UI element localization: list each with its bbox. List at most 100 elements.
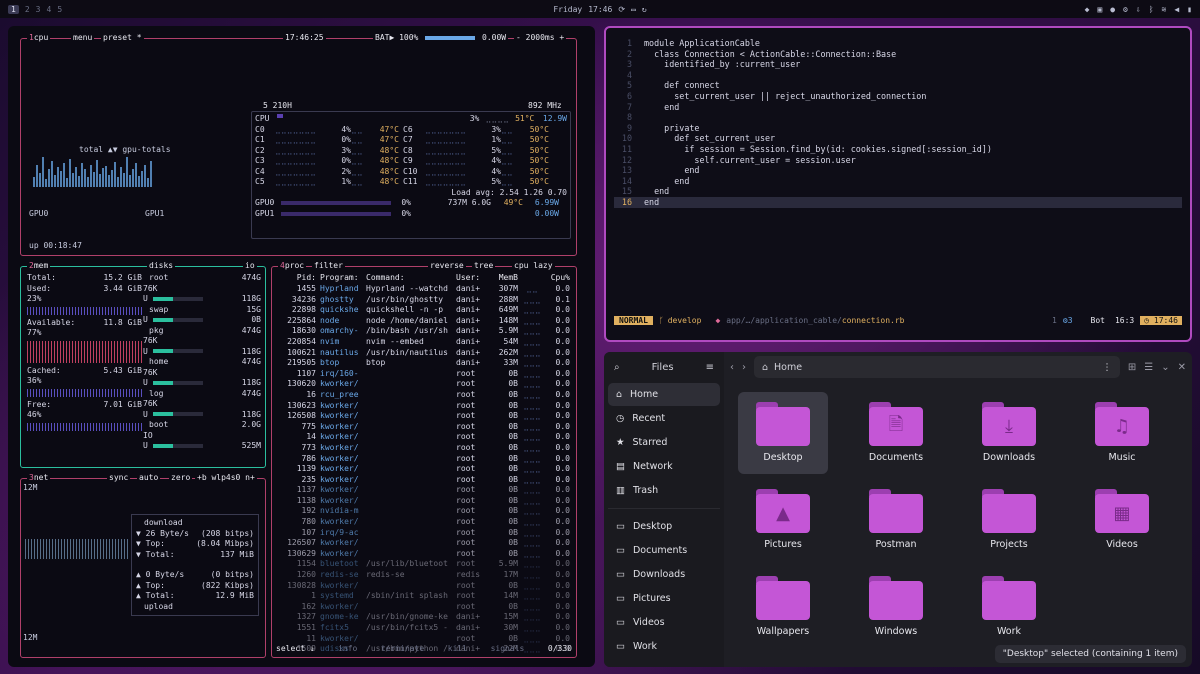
- path-menu-icon[interactable]: ⋮: [1102, 362, 1112, 373]
- cpu-title[interactable]: 1cpu: [27, 33, 51, 42]
- process-row[interactable]: 22898 quickshe quickshell -n -p dani+ 649M ⣀⣀…: [276, 305, 572, 316]
- process-row[interactable]: 220854 nvim nvim --embed dani+ 54M ⣀⣀⣀ 0.0: [276, 337, 572, 348]
- code-line[interactable]: 7 end: [614, 102, 1182, 113]
- close-icon[interactable]: ✕: [1178, 362, 1186, 373]
- process-row[interactable]: 130623 kworker/root 0B ⣀⣀⣀ 0.0: [276, 401, 572, 412]
- process-row[interactable]: 126508 kworker/root 0B ⣀⣀⣀ 0.0: [276, 411, 572, 422]
- folder-tile[interactable]: Postman: [851, 479, 941, 561]
- folder-tile[interactable]: ♫ Music: [1077, 392, 1167, 474]
- folder-tile[interactable]: ▲ Pictures: [738, 479, 828, 561]
- code-line[interactable]: 16 end: [614, 196, 1182, 208]
- code-line[interactable]: 8: [614, 112, 1182, 123]
- process-row[interactable]: 34236 ghostty/usr/bin/ghostty dani+ 288M ⣀⣀⣀…: [276, 295, 572, 306]
- process-row[interactable]: 780 kworker/root 0B ⣀⣀⣀ 0.0: [276, 517, 572, 528]
- process-row[interactable]: 1138 kworker/root 0B ⣀⣀⣀ 0.0: [276, 496, 572, 507]
- net-auto-button[interactable]: auto: [137, 473, 161, 482]
- mem-title[interactable]: 2mem: [27, 261, 51, 270]
- col-mem[interactable]: MemB: [488, 273, 518, 282]
- proc-reverse-button[interactable]: reverse: [428, 261, 466, 270]
- process-row[interactable]: 1260 redis-se redis-se redis 17M ⣀⣀⣀ 0.0: [276, 570, 572, 581]
- process-row[interactable]: 130828 kworker/root 0B ⣀⣀⣀ 0.0: [276, 581, 572, 592]
- proc-title[interactable]: 4proc: [278, 261, 307, 270]
- proc-filter-button[interactable]: filter: [312, 261, 345, 270]
- disks-title[interactable]: disks: [147, 261, 176, 270]
- sidebar-item-documents[interactable]: ▭ Documents: [608, 539, 720, 562]
- files-window[interactable]: ⌕ Files ≡ ⌂ Home ◷ Recent ★ Starred ▤ Networ…: [604, 352, 1192, 667]
- code-line[interactable]: 12 self.current_user = session.user: [614, 155, 1182, 166]
- folder-tile[interactable]: Work: [964, 566, 1054, 648]
- process-row[interactable]: 192 nvidia-m root 0B ⣀⣀⣀ 0.0: [276, 506, 572, 517]
- folder-tile[interactable]: Wallpapers: [738, 566, 828, 648]
- preset-button[interactable]: preset *: [101, 33, 144, 42]
- code-line[interactable]: 3 identified_by :current_user: [614, 59, 1182, 70]
- code-line[interactable]: 6 set_current_user || reject_unauthorize…: [614, 91, 1182, 102]
- folder-tile[interactable]: ⤓ Downloads: [964, 392, 1054, 474]
- sidebar-item-work[interactable]: ▭ Work: [608, 635, 720, 658]
- wifi-icon[interactable]: ≋: [1162, 5, 1167, 14]
- process-row[interactable]: 1 systemd/sbin/init splash root 14M ⣀⣀⣀ 0.0: [276, 591, 572, 602]
- code-buffer[interactable]: 1 module ApplicationCable 2 class Connecti…: [614, 38, 1182, 208]
- code-line[interactable]: 10 def set_current_user: [614, 133, 1182, 144]
- col-pid[interactable]: Pid:: [276, 273, 320, 282]
- sidebar-item-desktop[interactable]: ▭ Desktop: [608, 515, 720, 538]
- menu-button[interactable]: menu: [71, 33, 95, 42]
- sidebar-item-videos[interactable]: ▭ Videos: [608, 611, 720, 634]
- io-title[interactable]: io: [243, 261, 257, 270]
- process-row[interactable]: 162 kworker/root 0B ⣀⣀⣀ 0.0: [276, 602, 572, 613]
- back-icon[interactable]: ‹: [730, 362, 734, 373]
- code-line[interactable]: 2 class Connection < ActionCable::Connec…: [614, 49, 1182, 60]
- process-row[interactable]: 1455 Hyprland Hyprland --watchd dani+ 307M ⣀⣀…: [276, 284, 572, 295]
- process-row[interactable]: 1107 irq/160- root 0B ⣀⣀⣀ 0.0: [276, 369, 572, 380]
- sidebar-item-pictures[interactable]: ▭ Pictures: [608, 587, 720, 610]
- select-button[interactable]: select ↓: [276, 644, 315, 653]
- col-cpu[interactable]: Cpu%: [546, 273, 570, 282]
- workspace-4[interactable]: 4: [46, 5, 51, 14]
- process-row[interactable]: 775 kworker/root 0B ⣀⣀⣀ 0.0: [276, 422, 572, 433]
- sidebar-item-starred[interactable]: ★ Starred: [608, 431, 720, 454]
- dropbox-icon[interactable]: ◆: [1085, 5, 1090, 14]
- sidebar-item-home[interactable]: ⌂ Home: [608, 383, 720, 406]
- code-line[interactable]: 9 private: [614, 123, 1182, 134]
- volume-icon[interactable]: ◀: [1174, 5, 1179, 14]
- code-line[interactable]: 13 end: [614, 165, 1182, 176]
- process-row[interactable]: 1137 kworker/root 0B ⣀⣀⣀ 0.0: [276, 485, 572, 496]
- sidebar-item-trash[interactable]: ▥ Trash: [608, 479, 720, 502]
- process-row[interactable]: 225864 node node /home/daniel dani+ 148M ⣀⣀⣀ 0…: [276, 316, 572, 327]
- process-row[interactable]: 219505 btop btop dani+ 33M ⣀⣀⣀ 0.0: [276, 358, 572, 369]
- net-sync-button[interactable]: sync: [107, 473, 131, 482]
- new-folder-icon[interactable]: ⊞: [1128, 362, 1136, 373]
- process-row[interactable]: 126507 kworker/root 0B ⣀⣀⣀ 0.0: [276, 538, 572, 549]
- code-line[interactable]: 15 end: [614, 186, 1182, 197]
- col-command[interactable]: Command:: [366, 273, 456, 282]
- update-icon[interactable]: ⇩: [1136, 5, 1141, 14]
- clock[interactable]: Friday 17:46 ⟳ ▭ ↻: [553, 5, 646, 14]
- update-interval[interactable]: - 2000ms +: [514, 33, 567, 42]
- folder-tile[interactable]: Projects: [964, 479, 1054, 561]
- proc-tree-button[interactable]: tree: [472, 261, 496, 270]
- github-icon[interactable]: ●: [1110, 5, 1115, 14]
- process-row[interactable]: 18630 omarchy- /bin/bash /usr/sh dani+ 5.9M ⣀…: [276, 326, 572, 337]
- battery-icon[interactable]: ▮: [1187, 5, 1192, 14]
- tray-refresh-icon[interactable]: ↻: [642, 5, 647, 14]
- code-line[interactable]: 4: [614, 70, 1182, 81]
- folder-tile[interactable]: ▦ Videos: [1077, 479, 1167, 561]
- code-line[interactable]: 5 def connect: [614, 80, 1182, 91]
- net-zero-button[interactable]: zero: [169, 473, 193, 482]
- process-row[interactable]: 786 kworker/root 0B ⣀⣀⣀ 0.0: [276, 454, 572, 465]
- process-list[interactable]: 1455 Hyprland Hyprland --watchd dani+ 307M ⣀⣀…: [276, 284, 572, 655]
- lock-icon[interactable]: ▣: [1097, 5, 1102, 14]
- net-title[interactable]: 3net: [27, 473, 51, 482]
- workspace-1[interactable]: 1: [8, 4, 19, 14]
- workspace-2[interactable]: 2: [25, 5, 30, 14]
- tray-update-icon[interactable]: ⟳: [618, 5, 625, 14]
- process-row[interactable]: 773 kworker/root 0B ⣀⣀⣀ 0.0: [276, 443, 572, 454]
- col-user[interactable]: User:: [456, 273, 488, 282]
- folder-tile[interactable]: Desktop: [738, 392, 828, 474]
- power-profile-icon[interactable]: ⚙: [1123, 5, 1128, 14]
- code-line[interactable]: 14 end: [614, 176, 1182, 187]
- process-row[interactable]: 235 kworker/root 0B ⣀⣀⣀ 0.0: [276, 475, 572, 486]
- kill-button[interactable]: kill: [448, 644, 467, 653]
- process-row[interactable]: 1551 fcitx5/usr/bin/fcitx5 - dani+ 30M ⣀⣀⣀ 0.…: [276, 623, 572, 634]
- code-line[interactable]: 1 module ApplicationCable: [614, 38, 1182, 49]
- sidebar-item-downloads[interactable]: ▭ Downloads: [608, 563, 720, 586]
